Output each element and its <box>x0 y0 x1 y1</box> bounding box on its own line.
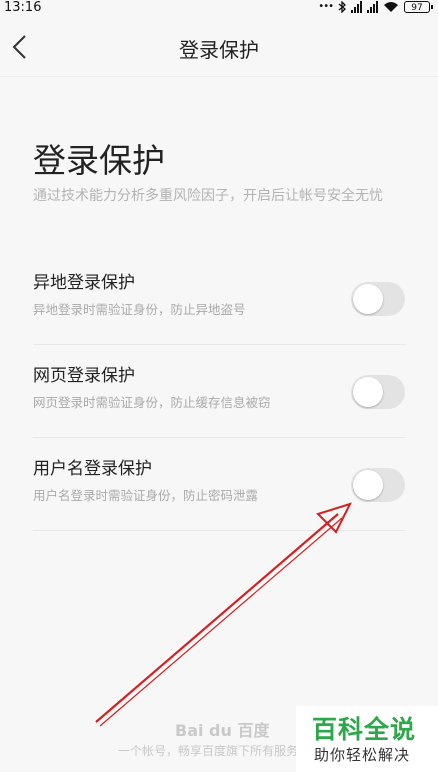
signal-icon <box>351 1 362 13</box>
baidu-watermark-logo: Bai du 百度 <box>175 721 270 740</box>
nav-bar: 登录保护 <box>0 18 438 76</box>
setting-title: 用户名登录保护 <box>33 459 152 479</box>
setting-subtitle: 异地登录时需验证身份，防止异地盗号 <box>33 302 246 317</box>
more-dots-icon: ••• <box>318 1 334 12</box>
signal-icon-2 <box>367 1 378 13</box>
divider <box>33 530 405 531</box>
divider <box>33 437 405 438</box>
divider <box>0 76 438 77</box>
setting-subtitle: 用户名登录时需验证身份，防止密码泄露 <box>33 488 259 503</box>
nav-title: 登录保护 <box>179 38 259 62</box>
setting-title: 异地登录保护 <box>33 273 135 293</box>
toggle-knob <box>353 377 383 407</box>
brand-subtitle: 助你轻松解决 <box>314 746 411 764</box>
status-icons: ••• 97 <box>318 1 433 13</box>
divider <box>33 344 405 345</box>
username-login-toggle[interactable] <box>351 468 405 502</box>
status-time: 13:16 <box>4 0 42 15</box>
web-login-toggle[interactable] <box>351 375 405 409</box>
toggle-knob <box>353 470 383 500</box>
battery-level: 97 <box>411 3 423 13</box>
wifi-icon <box>384 2 398 12</box>
setting-username-login-protection: 用户名登录保护 用户名登录时需验证身份，防止密码泄露 <box>33 454 405 547</box>
setting-subtitle: 网页登录时需验证身份，防止缓存信息被窃 <box>33 395 271 410</box>
battery-icon: 97 <box>404 1 433 13</box>
setting-web-login-protection: 网页登录保护 网页登录时需验证身份，防止缓存信息被窃 <box>33 361 405 454</box>
status-bar: 13:16 ••• 97 <box>0 0 438 18</box>
brand-title: 百科全说 <box>312 715 417 744</box>
remote-login-toggle[interactable] <box>351 282 405 316</box>
toggle-knob <box>353 284 383 314</box>
footer-text: 一个帐号，畅享百度旗下所有服务 <box>118 744 299 758</box>
page-title: 登录保护 <box>33 141 165 180</box>
bluetooth-icon <box>338 1 346 13</box>
page-description: 通过技术能力分析多重风险因子，开启后让帐号安全无忧 <box>33 188 383 204</box>
brand-badge: 百科全说 助你轻松解决 <box>296 706 438 772</box>
setting-remote-login-protection: 异地登录保护 异地登录时需验证身份，防止异地盗号 <box>33 268 405 361</box>
setting-title: 网页登录保护 <box>33 366 135 386</box>
